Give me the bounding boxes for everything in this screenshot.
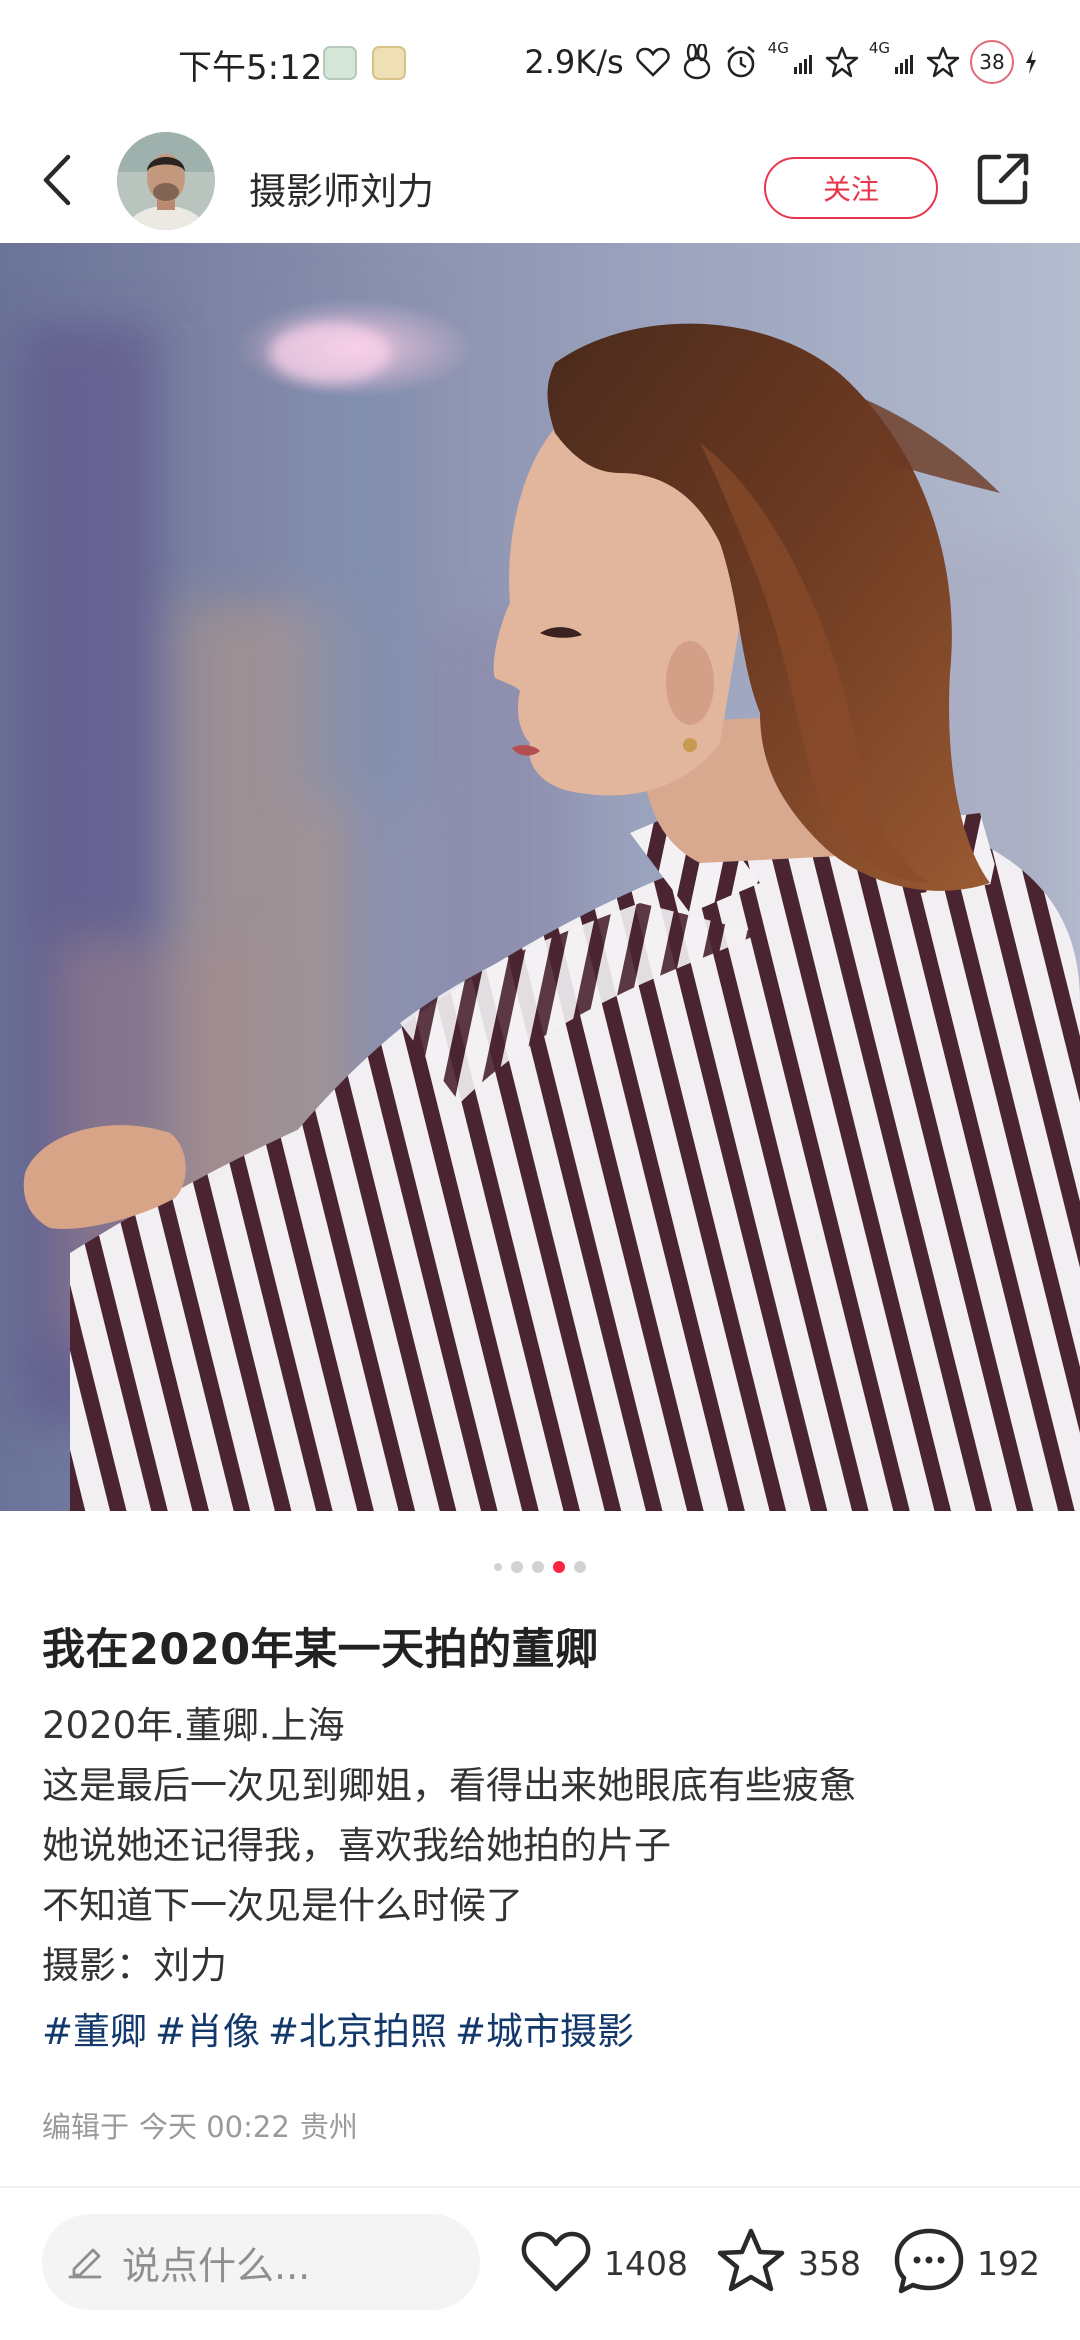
- hashtag-link[interactable]: #城市摄影: [455, 2001, 634, 2055]
- app-notification-icon: [372, 46, 406, 80]
- comment-count: 192: [977, 2243, 1040, 2283]
- post-body-line: 她说她还记得我，喜欢我给她拍的片子: [42, 1824, 671, 1867]
- carousel-dot: [494, 1563, 502, 1571]
- collect-count: 358: [798, 2243, 861, 2283]
- status-bar: 下午5:12 2.9K/s 4G 4G 38: [0, 0, 1080, 125]
- post-title: 我在2020年某一天拍的董卿: [42, 1625, 599, 1675]
- post-photo[interactable]: [0, 243, 1080, 1511]
- post-body-line: 摄影：刘力: [42, 1944, 227, 1987]
- like-button[interactable]: 1408: [520, 2226, 688, 2300]
- comment-icon: [893, 2226, 965, 2300]
- battery-indicator: 38: [970, 40, 1014, 84]
- heart-outline-icon: [635, 47, 670, 77]
- status-time: 下午5:12: [178, 48, 323, 88]
- back-button[interactable]: [32, 147, 82, 217]
- edit-label: 编辑于: [42, 2110, 130, 2144]
- comment-placeholder: 说点什么...: [122, 2243, 311, 2288]
- rabbit-icon: [680, 44, 714, 80]
- star-outline-icon: [926, 46, 960, 78]
- collect-button[interactable]: 358: [716, 2226, 861, 2300]
- signal-type-label: 4G: [767, 38, 789, 57]
- hashtag-link[interactable]: #北京拍照: [268, 2001, 447, 2055]
- author-avatar[interactable]: [117, 132, 215, 230]
- hashtag-link[interactable]: #董卿: [42, 2001, 147, 2055]
- edit-location: 贵州: [299, 2110, 358, 2144]
- post-body-line: 不知道下一次见是什么时候了: [42, 1884, 523, 1927]
- carousel-dot: [532, 1561, 544, 1573]
- carousel-indicator: [0, 1560, 1080, 1574]
- note-header: 摄影师刘力 关注: [0, 125, 1080, 243]
- carousel-dot: [511, 1561, 523, 1573]
- comment-button[interactable]: 192: [893, 2226, 1040, 2300]
- like-count: 1408: [604, 2243, 688, 2283]
- status-indicators: 2.9K/s 4G 4G 38: [524, 38, 1038, 86]
- edit-info: 编辑于 今天 00:22 贵州: [42, 2104, 358, 2146]
- alarm-icon: [724, 44, 758, 80]
- star-outline-icon: [825, 46, 859, 78]
- edit-time: 今天 00:22: [139, 2110, 290, 2144]
- carousel-dot-active: [553, 1561, 565, 1573]
- follow-button[interactable]: 关注: [764, 157, 938, 219]
- back-icon: [40, 153, 74, 211]
- signal-bars-icon: [793, 49, 815, 75]
- post-body-line: 2020年.董卿.上海: [42, 1704, 345, 1747]
- divider: [0, 2186, 1080, 2188]
- charging-icon: [1024, 49, 1038, 75]
- post-body-line: 这是最后一次见到卿姐，看得出来她眼底有些疲惫: [42, 1764, 856, 1807]
- signal-type-label: 4G: [868, 38, 890, 57]
- pen-icon: [66, 2241, 104, 2283]
- post-body: 2020年.董卿.上海 这是最后一次见到卿姐，看得出来她眼底有些疲惫 她说她还记…: [42, 1696, 1042, 1996]
- network-speed: 2.9K/s: [524, 43, 624, 81]
- hashtag-list: #董卿 #肖像 #北京拍照 #城市摄影: [42, 2001, 634, 2055]
- star-icon: [716, 2227, 786, 2299]
- share-icon: [975, 151, 1031, 211]
- hashtag-link[interactable]: #肖像: [155, 2001, 260, 2055]
- app-notification-icon: [323, 46, 357, 80]
- author-name[interactable]: 摄影师刘力: [249, 161, 434, 215]
- comment-input[interactable]: 说点什么...: [42, 2214, 480, 2310]
- signal-bars-icon: [894, 49, 916, 75]
- heart-icon: [520, 2229, 592, 2297]
- share-button[interactable]: [974, 141, 1032, 221]
- carousel-dot: [574, 1561, 586, 1573]
